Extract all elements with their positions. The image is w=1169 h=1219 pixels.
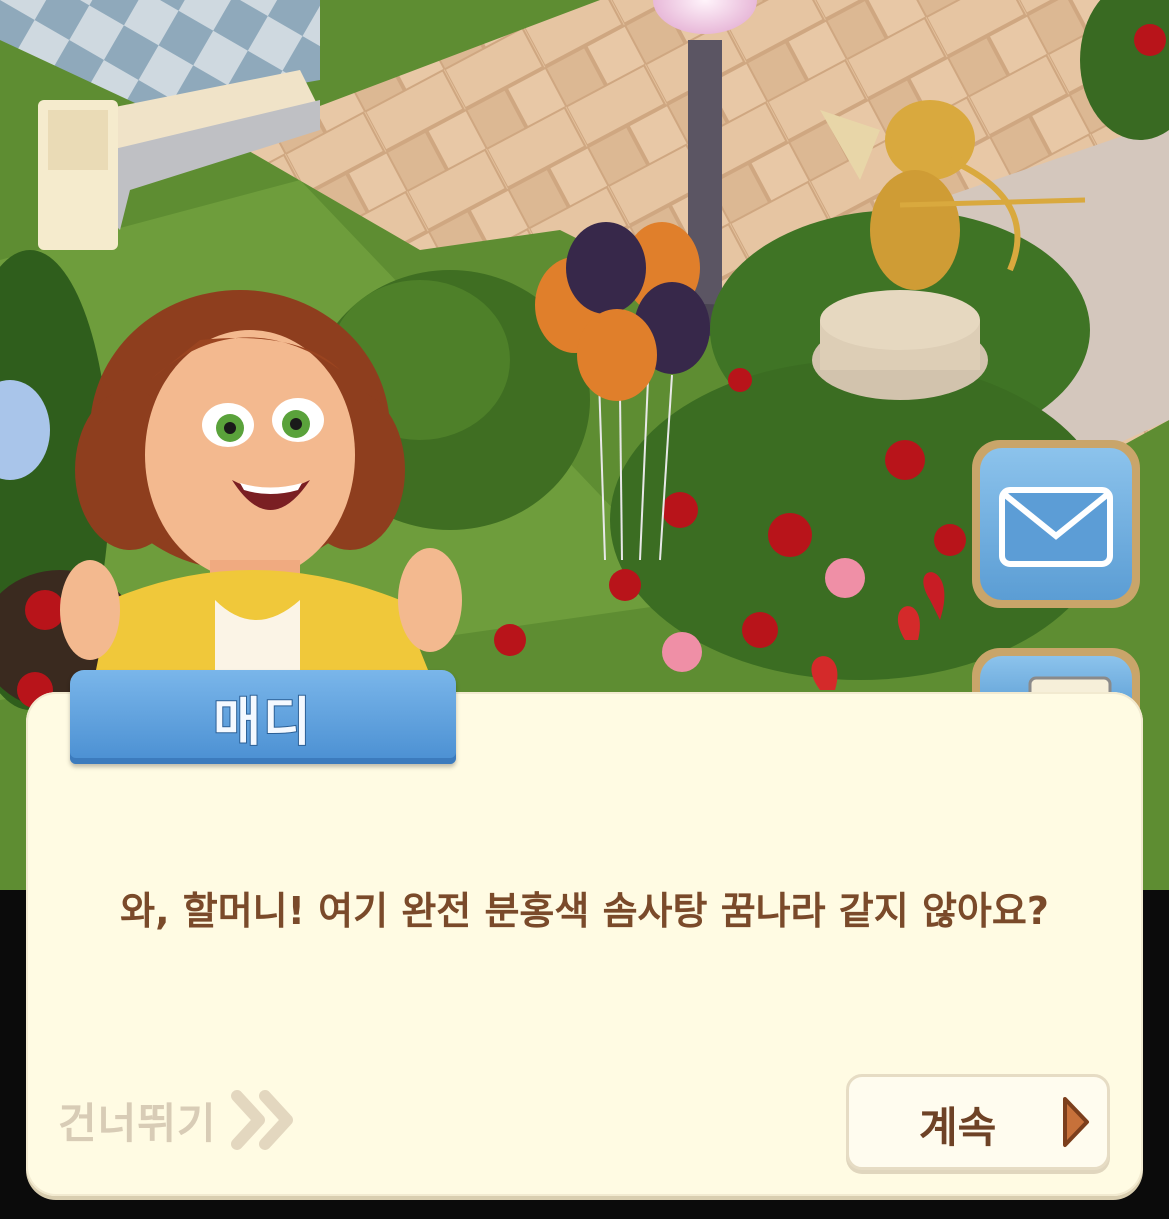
continue-label: 계속 [919,1103,997,1152]
mailbox-button[interactable] [972,440,1140,608]
speaker-name-tab: 매디 [70,670,456,764]
envelope-icon [999,487,1113,567]
continue-button[interactable]: 계속 [846,1074,1110,1170]
skip-button[interactable]: 건너뛰기 [58,1090,297,1150]
dialog-message: 와, 할머니! 여기 완전 분홍색 솜사탕 꿈나라 같지 않아요? [120,889,1049,933]
play-arrow-icon [1063,1097,1089,1147]
skip-label: 건너뛰기 [58,1098,217,1148]
double-chevron-right-icon [230,1090,293,1150]
speaker-name: 매디 [212,692,313,754]
